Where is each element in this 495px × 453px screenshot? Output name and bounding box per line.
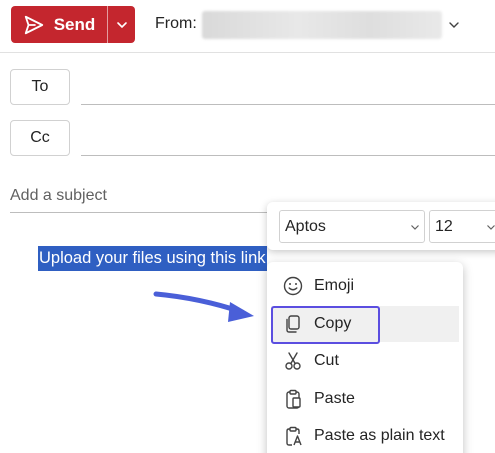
cc-button[interactable]: Cc (10, 120, 70, 156)
to-button[interactable]: To (10, 69, 70, 105)
subject-underline (10, 212, 270, 213)
menu-item-paste[interactable]: Paste (271, 381, 459, 417)
format-toolbar: Aptos 12 (267, 202, 495, 250)
send-options-button[interactable] (108, 6, 135, 43)
font-family-value: Aptos (285, 217, 326, 235)
font-size-select[interactable]: 12 (429, 210, 495, 243)
context-menu: Emoji Copy Cut Paste Paste as plain text (267, 262, 463, 453)
subject-input[interactable] (10, 185, 280, 207)
menu-item-label: Copy (314, 315, 352, 332)
to-input-line[interactable] (81, 104, 495, 105)
copy-icon (286, 315, 300, 333)
font-family-select[interactable]: Aptos (279, 210, 425, 243)
menu-item-label: Paste as plain text (314, 427, 445, 444)
selected-body-text[interactable]: Upload your files using this link (38, 246, 267, 271)
toolbar-divider (0, 52, 495, 53)
menu-item-cut[interactable]: Cut (271, 343, 459, 379)
from-account-redacted[interactable] (202, 11, 442, 39)
menu-item-label: Paste (314, 390, 355, 407)
send-label: Send (53, 14, 96, 34)
clipboard-icon (286, 389, 301, 409)
send-split-button: Send (11, 6, 135, 43)
send-icon (24, 15, 43, 34)
font-size-value: 12 (435, 217, 453, 235)
send-button[interactable]: Send (11, 6, 107, 43)
from-chevron-down-icon[interactable] (448, 19, 460, 31)
from-label: From: (155, 15, 197, 32)
scissors-icon (285, 352, 301, 370)
chevron-down-icon (411, 225, 419, 230)
chevron-down-icon (116, 21, 127, 28)
menu-item-copy[interactable]: Copy (271, 306, 459, 342)
compose-window: Send From: To Cc Upload your files using… (0, 0, 495, 453)
emoji-icon (283, 276, 303, 296)
annotation-arrow-icon (153, 291, 254, 322)
menu-item-paste-plain-text[interactable]: Paste as plain text (271, 418, 459, 453)
menu-item-label: Cut (314, 352, 339, 369)
paste-text-icon (286, 426, 302, 446)
menu-item-emoji[interactable]: Emoji (271, 268, 459, 304)
chevron-down-icon (487, 225, 495, 230)
cc-input-line[interactable] (81, 155, 495, 156)
menu-item-label: Emoji (314, 277, 355, 294)
